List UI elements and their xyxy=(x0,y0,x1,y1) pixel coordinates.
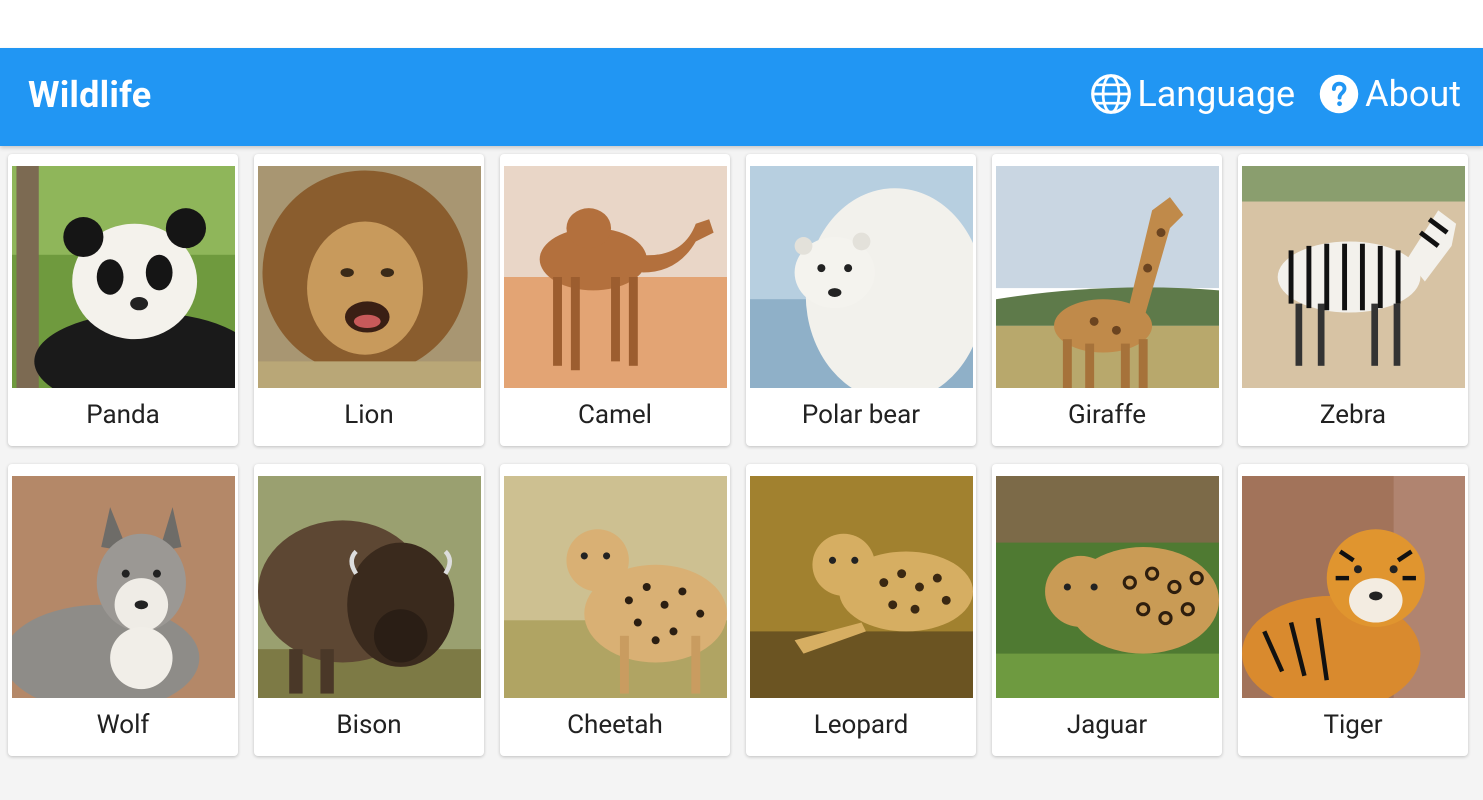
app-title: Wildlife xyxy=(28,74,152,116)
tiger-photo xyxy=(1242,476,1465,698)
animal-card-tiger[interactable]: Tiger xyxy=(1238,464,1468,756)
animal-grid: Panda Lion Camel Polar bear Giraffe Zebr… xyxy=(8,154,1468,756)
animal-name: Giraffe xyxy=(1067,400,1147,430)
polar-bear-photo xyxy=(750,166,973,388)
animal-name: Leopard xyxy=(813,710,909,740)
animal-card-lion[interactable]: Lion xyxy=(254,154,484,446)
about-label: About xyxy=(1365,73,1461,115)
help-circle-icon xyxy=(1319,74,1359,114)
panda-photo xyxy=(12,166,235,388)
globe-icon xyxy=(1091,74,1132,114)
cheetah-photo xyxy=(504,476,727,698)
zebra-photo xyxy=(1242,166,1465,388)
animal-card-leopard[interactable]: Leopard xyxy=(746,464,976,756)
app-bar-actions: Language About xyxy=(1089,72,1461,116)
animal-card-wolf[interactable]: Wolf xyxy=(8,464,238,756)
animal-card-cheetah[interactable]: Cheetah xyxy=(500,464,730,756)
giraffe-photo xyxy=(996,166,1219,388)
animal-name: Jaguar xyxy=(1066,710,1148,740)
animal-card-bison[interactable]: Bison xyxy=(254,464,484,756)
animal-name: Polar bear xyxy=(801,400,921,430)
lion-photo xyxy=(258,166,481,388)
status-bar-space xyxy=(0,0,1483,48)
app-bar: Wildlife Language About xyxy=(0,48,1483,146)
animal-name: Cheetah xyxy=(567,710,663,740)
jaguar-photo xyxy=(996,476,1219,698)
animal-name: Lion xyxy=(344,400,394,430)
animal-name: Tiger xyxy=(1323,710,1383,740)
bison-photo xyxy=(258,476,481,698)
camel-photo xyxy=(504,166,727,388)
language-button[interactable]: Language xyxy=(1089,72,1295,116)
animal-card-giraffe[interactable]: Giraffe xyxy=(992,154,1222,446)
animal-name: Zebra xyxy=(1319,400,1387,430)
animal-name: Panda xyxy=(86,400,160,430)
about-button[interactable]: About xyxy=(1317,72,1461,116)
animal-card-camel[interactable]: Camel xyxy=(500,154,730,446)
animal-name: Bison xyxy=(336,710,402,740)
content-area: Panda Lion Camel Polar bear Giraffe Zebr… xyxy=(0,146,1483,800)
animal-card-panda[interactable]: Panda xyxy=(8,154,238,446)
animal-card-jaguar[interactable]: Jaguar xyxy=(992,464,1222,756)
leopard-photo xyxy=(750,476,973,698)
wolf-photo xyxy=(12,476,235,698)
language-label: Language xyxy=(1137,73,1296,115)
animal-name: Wolf xyxy=(96,710,150,740)
animal-card-zebra[interactable]: Zebra xyxy=(1238,154,1468,446)
animal-card-polar-bear[interactable]: Polar bear xyxy=(746,154,976,446)
animal-name: Camel xyxy=(578,400,652,430)
